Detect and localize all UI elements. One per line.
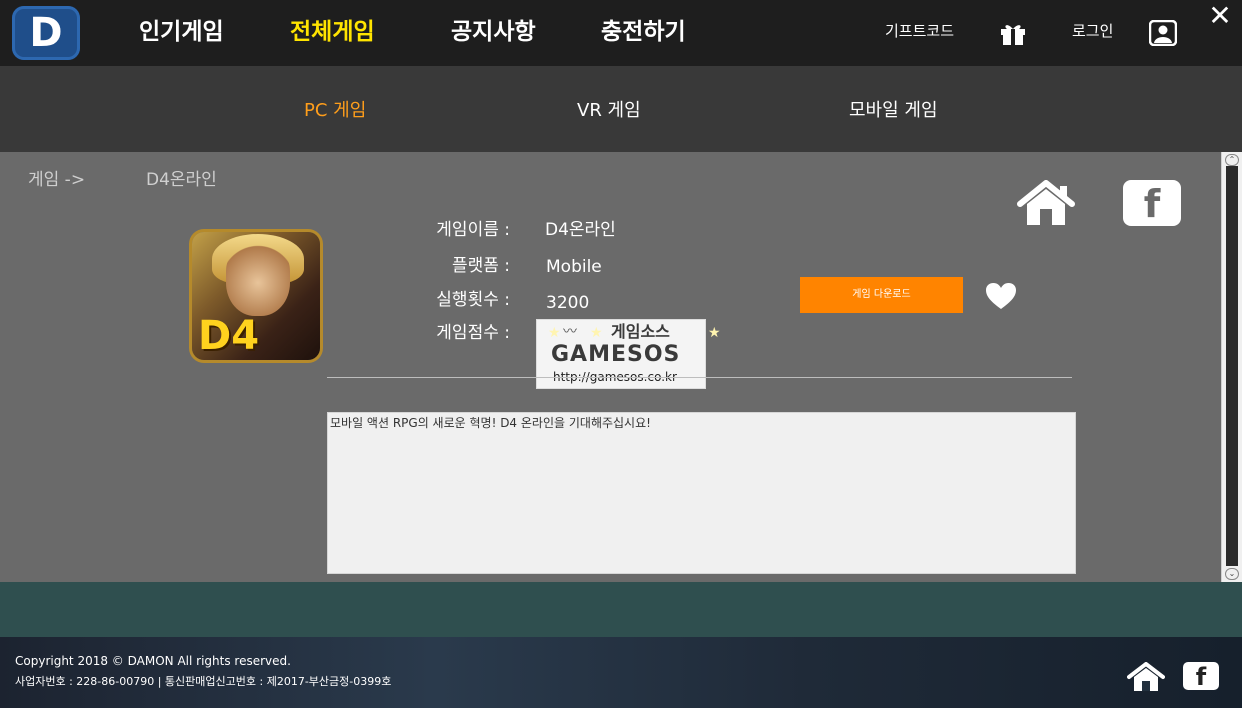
section-divider	[327, 377, 1072, 378]
gift-icon[interactable]	[999, 20, 1027, 46]
game-name: D4온라인	[545, 220, 616, 240]
home-icon[interactable]	[1017, 180, 1075, 228]
download-game-button[interactable]: 게임 다운로드	[800, 277, 963, 313]
character-face	[226, 242, 290, 316]
game-platform: Mobile	[546, 257, 602, 277]
footer-band	[0, 582, 1242, 637]
gamesos-watermark: 〰 게임소스 GAMESOS http://gamesos.co.kr	[536, 319, 706, 389]
game-description-box: 모바일 액션 RPG의 새로운 혁명! D4 온라인을 기대해주십시요!	[327, 412, 1076, 574]
scrollbar-thumb[interactable]	[1226, 166, 1238, 566]
top-navigation-bar: D 인기게임 전체게임 공지사항 충전하기 기프트코드 로그인 ✕	[0, 0, 1242, 66]
scroll-up-icon[interactable]: ⌃	[1225, 154, 1239, 166]
watermark-emblem: 〰	[563, 324, 577, 340]
star-icon: ★	[548, 325, 561, 341]
game-run-count: 3200	[546, 293, 590, 313]
game-thumbnail-logo: D4	[198, 313, 260, 359]
label-game-name: 게임이름 :	[436, 220, 510, 240]
category-subnav: PC 게임 VR 게임 모바일 게임	[0, 66, 1242, 152]
business-info-text: 사업자번호 : 228-86-00790 | 통신판매업신고번호 : 제2017…	[15, 675, 392, 688]
gift-code-link[interactable]: 기프트코드	[885, 21, 954, 41]
label-platform: 플랫폼 :	[451, 256, 510, 276]
logo-letter: D	[29, 10, 63, 56]
close-icon[interactable]: ✕	[1206, 2, 1234, 30]
damon-logo[interactable]: D	[12, 6, 80, 60]
login-link[interactable]: 로그인	[1072, 21, 1113, 41]
tab-pc-games[interactable]: PC 게임	[304, 100, 366, 122]
heart-icon[interactable]	[985, 282, 1017, 310]
game-thumbnail: D4	[192, 232, 320, 360]
copyright-text: Copyright 2018 © DAMON All rights reserv…	[15, 654, 291, 668]
nav-popular-games[interactable]: 인기게임	[139, 18, 224, 46]
vertical-scrollbar[interactable]: ⌃ ⌄	[1221, 152, 1242, 582]
game-detail-panel: 게임 -> D4온라인 D4 게임이름 : D4온라인 플랫폼 : Mobile…	[0, 152, 1221, 582]
watermark-brand: GAMESOS	[551, 342, 681, 367]
user-icon[interactable]	[1149, 20, 1177, 46]
facebook-icon[interactable]: f	[1123, 180, 1181, 226]
tab-mobile-games[interactable]: 모바일 게임	[849, 100, 938, 122]
nav-notice[interactable]: 공지사항	[451, 18, 536, 46]
tab-vr-games[interactable]: VR 게임	[577, 100, 641, 122]
nav-all-games[interactable]: 전체게임	[290, 18, 375, 46]
watermark-title: 게임소스	[611, 322, 670, 341]
nav-charge[interactable]: 충전하기	[601, 18, 686, 46]
scroll-down-icon[interactable]: ⌄	[1225, 568, 1239, 580]
footer-facebook-icon[interactable]: f	[1183, 662, 1219, 691]
label-run-count: 실행횟수 :	[436, 290, 510, 310]
label-score: 게임점수 :	[436, 323, 510, 343]
breadcrumb-current: D4온라인	[146, 170, 217, 190]
star-icon: ★	[708, 325, 721, 341]
footer-home-icon[interactable]	[1127, 662, 1165, 692]
facebook-letter: f	[1143, 182, 1161, 226]
breadcrumb-root[interactable]: 게임 ->	[28, 169, 85, 191]
star-icon: ★	[590, 325, 603, 341]
page-footer: Copyright 2018 © DAMON All rights reserv…	[0, 637, 1242, 708]
facebook-letter: f	[1195, 663, 1207, 691]
